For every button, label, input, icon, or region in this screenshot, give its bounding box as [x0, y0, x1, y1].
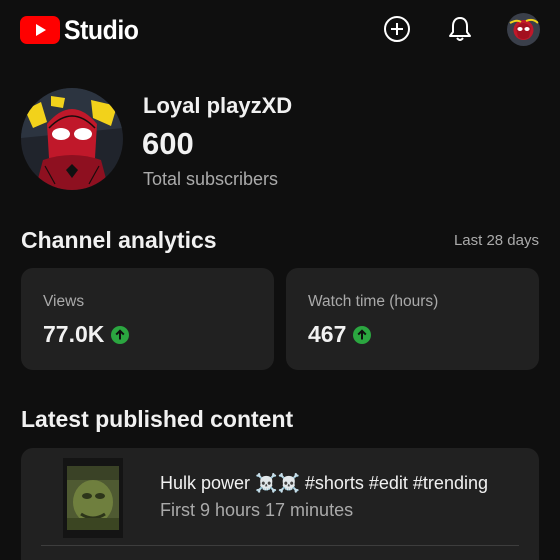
video-meta: First 9 hours 17 minutes — [160, 500, 354, 520]
top-bar: Studio — [0, 0, 560, 62]
divider — [41, 545, 519, 546]
watch-time-label: Watch time (hours) — [308, 293, 439, 310]
account-avatar[interactable] — [507, 13, 540, 46]
latest-content-card: Hulk power ☠️☠️ #shorts #edit #trending … — [21, 448, 539, 560]
video-thumbnail[interactable] — [63, 458, 123, 538]
channel-header: Loyal playzXD 600 Total subscribers — [21, 88, 541, 198]
brand-label: Studio — [64, 15, 139, 45]
notifications-bell-icon[interactable] — [444, 13, 476, 45]
latest-content-title: Latest published content — [21, 406, 294, 432]
views-value: 77.0K — [43, 321, 105, 347]
views-label: Views — [43, 293, 85, 310]
views-value-row: 77.0K — [43, 321, 130, 348]
channel-name: Loyal playzXD — [143, 93, 293, 118]
analytics-period[interactable]: Last 28 days — [454, 232, 539, 249]
studio-app: Studio Loyal playzXD 600 Total subscribe… — [0, 0, 560, 560]
watch-time-value-row: 467 — [308, 321, 372, 348]
youtube-logo-icon — [20, 16, 60, 44]
views-card[interactable]: Views 77.0K — [21, 268, 274, 370]
trend-up-icon — [353, 325, 372, 344]
subscriber-count: 600 — [142, 126, 194, 161]
video-title[interactable]: Hulk power ☠️☠️ #shorts #edit #trending — [160, 473, 520, 494]
subscriber-label: Total subscribers — [143, 169, 279, 189]
channel-avatar[interactable] — [21, 88, 123, 190]
studio-logo[interactable]: Studio — [20, 16, 145, 44]
trend-up-icon — [111, 325, 130, 344]
watch-time-value: 467 — [308, 321, 347, 347]
watch-time-card[interactable]: Watch time (hours) 467 — [286, 268, 539, 370]
analytics-title: Channel analytics — [21, 227, 217, 253]
create-icon[interactable] — [381, 13, 413, 45]
